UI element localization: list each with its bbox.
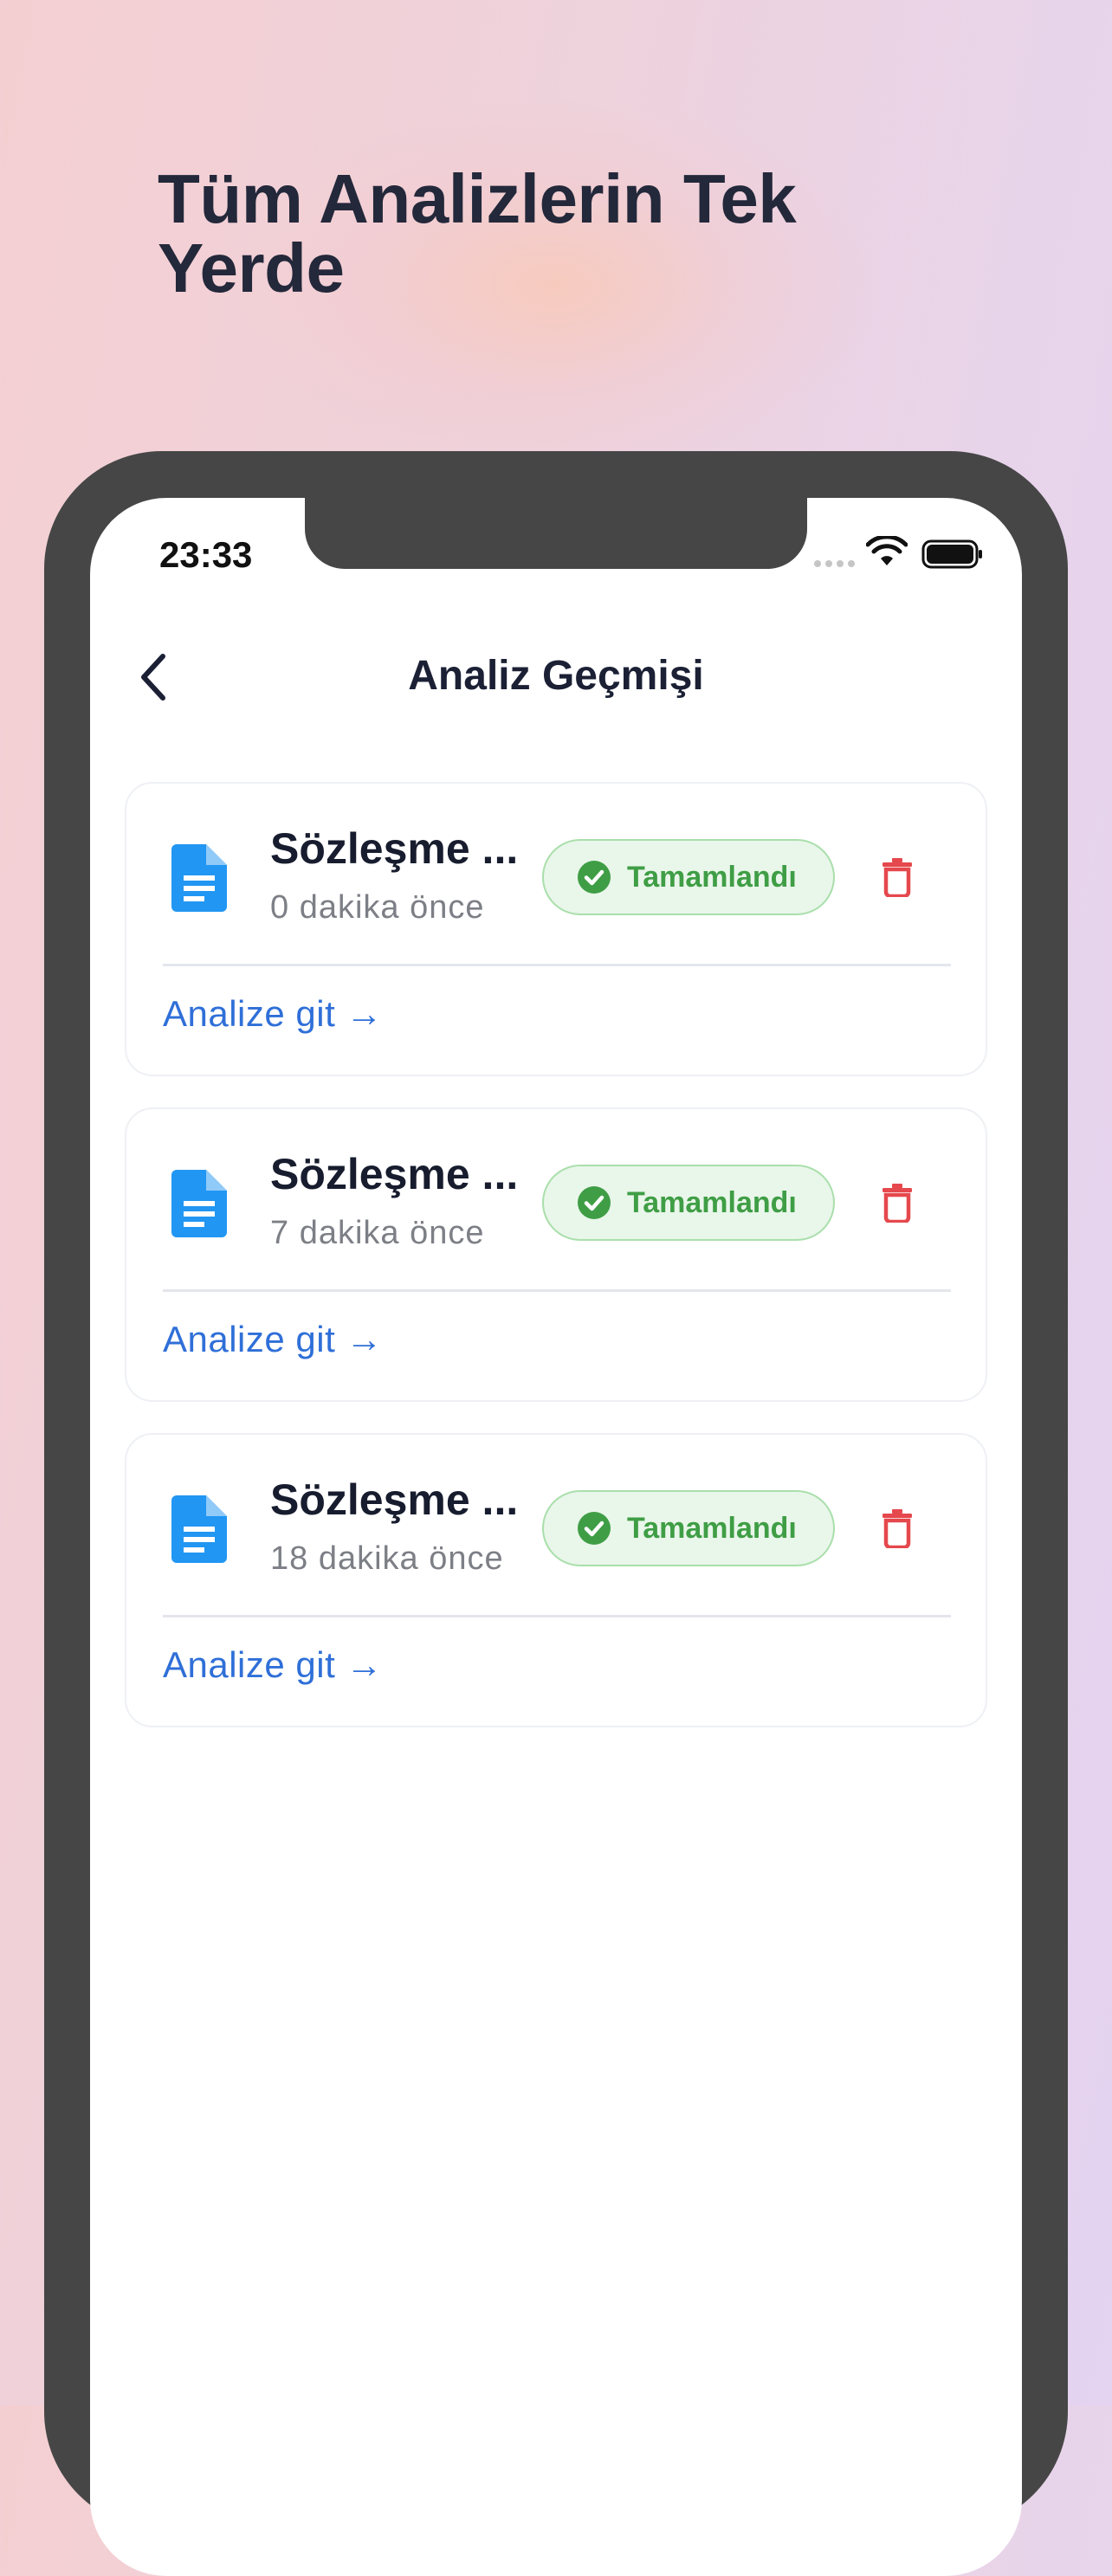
- phone-frame: 23:33 Analiz Geçmişi Sözleşme ... 0 daki…: [44, 451, 1068, 2576]
- trash-icon: [882, 858, 912, 897]
- card-title: Sözleşme ...: [270, 1475, 519, 1524]
- wifi-icon: [866, 536, 908, 565]
- status-badge: Tamamlandı: [542, 1490, 835, 1566]
- go-to-analysis-link[interactable]: Analize git →: [163, 993, 383, 1035]
- check-circle-icon: [578, 861, 611, 894]
- battery-icon: [921, 539, 982, 569]
- phone-screen: 23:33 Analiz Geçmişi Sözleşme ... 0 daki…: [90, 498, 1022, 2576]
- check-circle-icon: [578, 1186, 611, 1219]
- trash-icon: [882, 1184, 912, 1223]
- page-title: Analiz Geçmişi: [408, 653, 704, 699]
- delete-button[interactable]: [873, 853, 921, 901]
- card-title: Sözleşme ...: [270, 824, 519, 873]
- card-timestamp: 0 dakika önce: [270, 889, 485, 926]
- card-divider: [163, 964, 951, 966]
- document-icon: [171, 844, 227, 912]
- status-badge-label: Tamamlandı: [627, 1185, 797, 1219]
- history-card: Sözleşme ... 7 dakika önce Tamamlandı An…: [125, 1107, 987, 1402]
- phone-notch: [305, 498, 807, 569]
- analysis-history-list: Sözleşme ... 0 dakika önce Tamamlandı An…: [125, 782, 987, 1759]
- promo-headline: Tüm Analizlerin Tek Yerde: [158, 160, 797, 307]
- card-divider: [163, 1289, 951, 1292]
- history-card: Sözleşme ... 0 dakika önce Tamamlandı An…: [125, 782, 987, 1076]
- document-icon: [171, 1170, 227, 1237]
- status-badge-label: Tamamlandı: [627, 1511, 797, 1545]
- history-card: Sözleşme ... 18 dakika önce Tamamlandı A…: [125, 1433, 987, 1727]
- status-badge: Tamamlandı: [542, 1165, 835, 1241]
- status-bar-time: 23:33: [159, 534, 253, 575]
- check-circle-icon: [578, 1512, 611, 1545]
- card-timestamp: 18 dakika önce: [270, 1540, 504, 1577]
- delete-button[interactable]: [873, 1178, 921, 1227]
- go-to-analysis-link[interactable]: Analize git →: [163, 1319, 383, 1360]
- delete-button[interactable]: [873, 1504, 921, 1553]
- document-icon: [171, 1495, 227, 1563]
- card-timestamp: 7 dakika önce: [270, 1215, 485, 1251]
- card-title: Sözleşme ...: [270, 1150, 519, 1198]
- signal-dots-icon: [814, 560, 855, 567]
- go-to-analysis-link[interactable]: Analize git →: [163, 1644, 383, 1686]
- trash-icon: [882, 1509, 912, 1548]
- card-divider: [163, 1615, 951, 1617]
- status-badge-label: Tamamlandı: [627, 860, 797, 894]
- status-badge: Tamamlandı: [542, 839, 835, 915]
